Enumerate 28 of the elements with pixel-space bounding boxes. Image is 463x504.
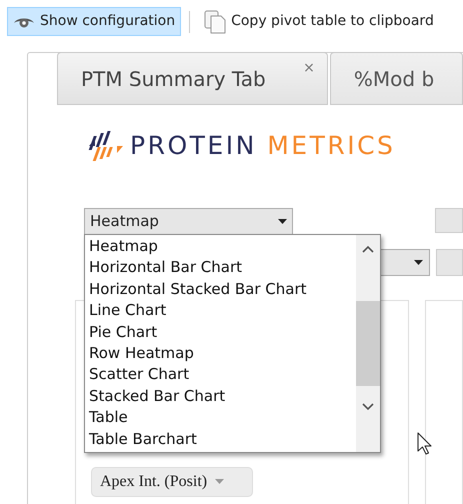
dropdown-option[interactable]: Row Heatmap: [89, 342, 356, 364]
caret-icon: [215, 479, 224, 484]
caret-icon: [414, 260, 423, 264]
scrollbar[interactable]: [356, 235, 380, 452]
dropdown-option[interactable]: Scatter Chart: [89, 364, 356, 386]
show-configuration-button[interactable]: Show configuration: [7, 7, 182, 36]
logo-text: PROTEIN METRICS: [130, 130, 396, 162]
logo-icon: [87, 130, 125, 162]
close-button[interactable]: ×: [303, 61, 315, 75]
dropdown-option[interactable]: Heatmap: [89, 236, 356, 258]
select-field[interactable]: [436, 248, 463, 276]
dropdown-option[interactable]: Table: [89, 407, 356, 429]
dropdown-option[interactable]: Horizontal Bar Chart: [89, 257, 356, 279]
tab[interactable]: PTM Summary Tab ×: [57, 52, 328, 105]
tab[interactable]: %Mod b: [330, 52, 463, 105]
dropdown-option[interactable]: Table Barchart: [89, 428, 356, 450]
copy-icon: [204, 10, 226, 34]
cursor-icon: [417, 432, 433, 456]
select-field[interactable]: [435, 208, 463, 232]
caret-icon: [278, 218, 288, 224]
dropdown-option[interactable]: Pie Chart: [89, 322, 356, 343]
scroll-down-icon[interactable]: [362, 403, 374, 411]
dropdown-option[interactable]: Horizontal Stacked Bar Chart: [89, 278, 356, 300]
field-pill[interactable]: Apex Int. (Posit): [91, 466, 253, 496]
dropdown-option[interactable]: Line Chart: [89, 300, 356, 322]
chart-type-select[interactable]: Heatmap: [84, 208, 294, 234]
scroll-up-icon[interactable]: [362, 245, 374, 253]
dropdown-option[interactable]: Stacked Bar Chart: [89, 386, 356, 408]
